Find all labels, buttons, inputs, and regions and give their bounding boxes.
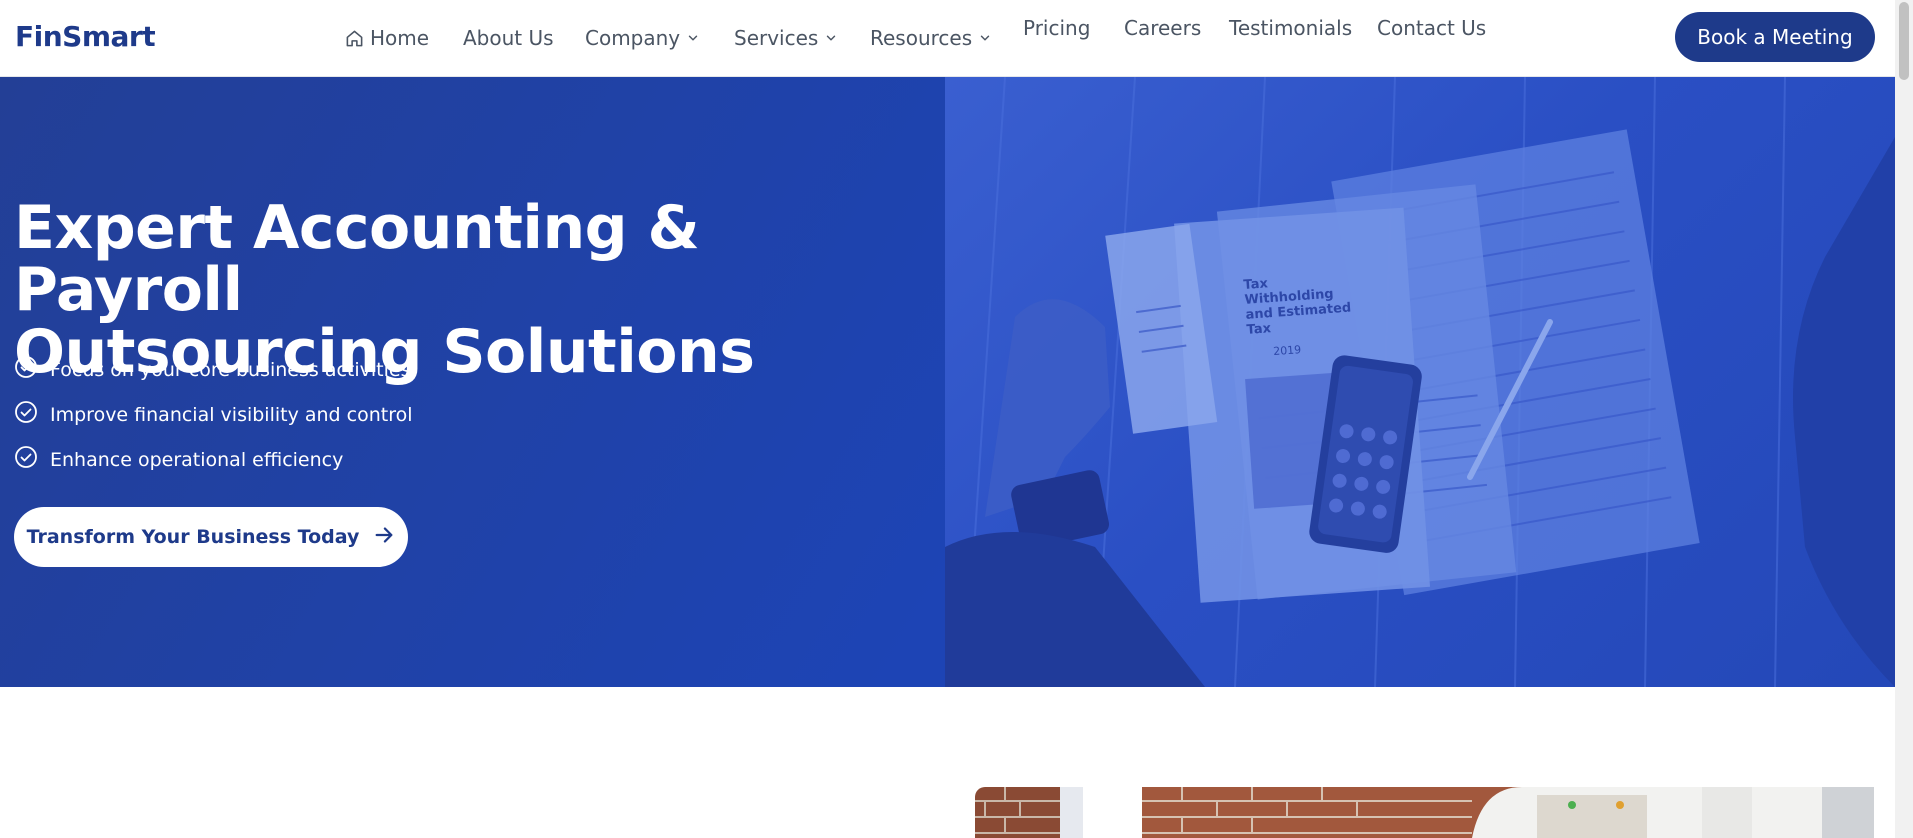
nav-careers[interactable]: Careers (1124, 16, 1201, 40)
hero-photo: Tax Withholding and Estimated Tax 2019 (945, 77, 1895, 687)
logo[interactable]: FinSmart (15, 20, 156, 53)
feature-label: Improve financial visibility and control (50, 403, 413, 426)
nav-pricing-label: Pricing (1023, 16, 1091, 40)
feature-label: Focus on your core business activities (50, 358, 411, 381)
nav-testimonials[interactable]: Testimonials (1229, 16, 1352, 40)
feature-label: Enhance operational efficiency (50, 448, 344, 471)
nav-about-us[interactable]: About Us (463, 26, 554, 50)
form-title-1: Tax (1243, 276, 1269, 293)
nav-resources[interactable]: Resources (870, 26, 992, 50)
book-meeting-button[interactable]: Book a Meeting (1675, 12, 1875, 62)
nav-services[interactable]: Services (734, 26, 838, 50)
nav-home-label: Home (370, 26, 430, 50)
scrollbar-thumb[interactable] (1899, 2, 1909, 80)
form-year: 2019 (1273, 343, 1302, 358)
feature-item: Enhance operational efficiency (14, 437, 413, 482)
page-scrollbar[interactable] (1895, 0, 1913, 838)
arrow-right-icon (373, 524, 395, 551)
check-circle-icon (14, 400, 38, 429)
brick-wall-image-left (975, 787, 1083, 838)
home-icon (345, 29, 364, 48)
nav-contact-us-label: Contact Us (1377, 16, 1487, 40)
nav-about-us-label: About Us (463, 26, 554, 50)
chevron-down-icon (686, 31, 700, 45)
nav-services-label: Services (734, 26, 819, 50)
check-circle-icon (14, 445, 38, 474)
nav-pricing[interactable]: Pricing (1023, 16, 1090, 40)
chevron-down-icon (824, 31, 838, 45)
nav-testimonials-label: Testimonials (1229, 16, 1353, 40)
office-interior-image (1142, 787, 1874, 838)
nav-careers-label: Careers (1124, 16, 1202, 40)
nav-home[interactable]: Home (345, 26, 429, 50)
feature-item: Improve financial visibility and control (14, 392, 413, 437)
transform-business-button[interactable]: Transform Your Business Today (14, 507, 408, 567)
nav-resources-label: Resources (870, 26, 973, 50)
nav-company[interactable]: Company (585, 26, 700, 50)
nav-contact-us[interactable]: Contact Us (1377, 16, 1486, 40)
chevron-down-icon (978, 31, 992, 45)
nav-company-label: Company (585, 26, 681, 50)
site-header: FinSmart Home About Us Company Services (0, 0, 1895, 77)
feature-item: Focus on your core business activities (14, 347, 413, 392)
hero-title-line-1: Expert Accounting & Payroll (14, 193, 700, 325)
hero-section: Tax Withholding and Estimated Tax 2019 E… (0, 77, 1895, 687)
feature-list: Focus on your core business activities I… (14, 347, 413, 482)
check-circle-icon (14, 355, 38, 384)
form-title-4: Tax (1246, 321, 1272, 338)
transform-business-label: Transform Your Business Today (26, 526, 360, 548)
